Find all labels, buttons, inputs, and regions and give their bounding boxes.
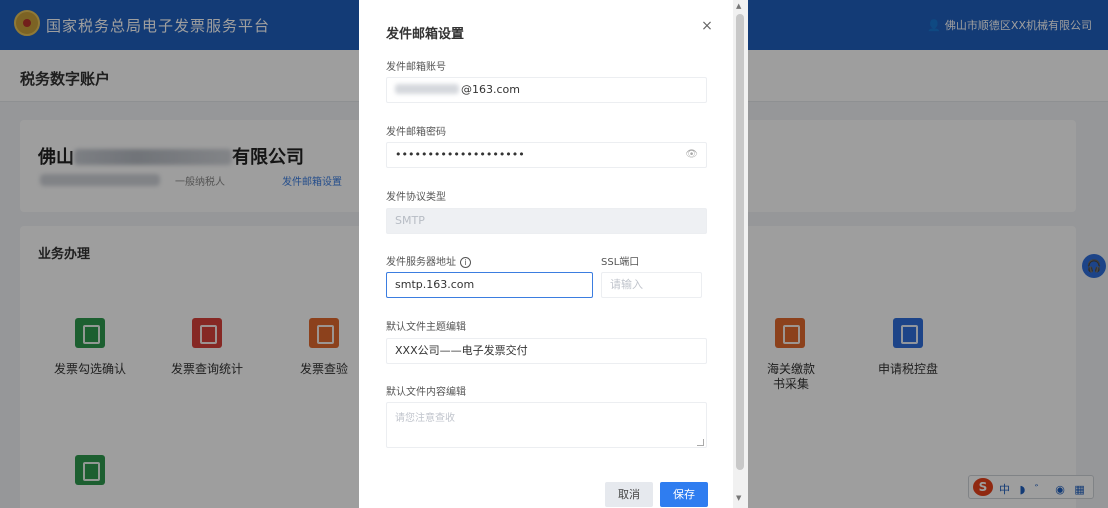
mail-settings-dialog: 发件邮箱设置 × 发件邮箱账号 @163.com 发件邮箱密码 ••••••••… bbox=[359, 0, 748, 508]
default-subject-input[interactable]: XXX公司——电子发票交付 bbox=[386, 338, 707, 364]
scrollbar-thumb[interactable] bbox=[736, 14, 744, 470]
protocol-type-label: 发件协议类型 bbox=[386, 192, 446, 203]
dialog-scrollbar[interactable]: ▲ ▼ bbox=[733, 0, 748, 508]
protocol-type-input: SMTP bbox=[386, 208, 707, 234]
dialog-title: 发件邮箱设置 bbox=[386, 27, 465, 42]
scroll-up-icon[interactable]: ▲ bbox=[736, 2, 741, 10]
default-subject-label: 默认文件主题编辑 bbox=[386, 322, 466, 333]
ssl-port-label: SSL端口 bbox=[601, 257, 640, 268]
scroll-down-icon[interactable]: ▼ bbox=[736, 494, 741, 502]
server-address-label-text: 发件服务器地址 bbox=[386, 257, 456, 268]
eye-icon[interactable]: 👁 bbox=[685, 143, 698, 167]
ssl-port-input[interactable]: 请输入 bbox=[601, 272, 702, 298]
default-content-placeholder: 请您注意查收 bbox=[395, 413, 455, 424]
server-address-label: 发件服务器地址 i bbox=[386, 253, 471, 268]
email-account-value: @163.com bbox=[461, 83, 520, 96]
server-address-input[interactable]: smtp.163.com bbox=[386, 272, 593, 298]
email-password-value: •••••••••••••••••••• bbox=[395, 148, 525, 161]
email-account-input[interactable]: @163.com bbox=[386, 77, 707, 103]
email-password-input[interactable]: •••••••••••••••••••• 👁 bbox=[386, 142, 707, 168]
save-button[interactable]: 保存 bbox=[660, 482, 708, 507]
email-password-label: 发件邮箱密码 bbox=[386, 127, 446, 138]
default-content-textarea[interactable]: 请您注意查收 bbox=[386, 402, 707, 448]
default-content-label: 默认文件内容编辑 bbox=[386, 387, 466, 398]
close-icon[interactable]: × bbox=[699, 18, 715, 34]
info-icon[interactable]: i bbox=[460, 257, 471, 268]
resize-handle-icon[interactable] bbox=[697, 439, 704, 446]
email-account-label: 发件邮箱账号 bbox=[386, 62, 446, 73]
cancel-button[interactable]: 取消 bbox=[605, 482, 653, 507]
